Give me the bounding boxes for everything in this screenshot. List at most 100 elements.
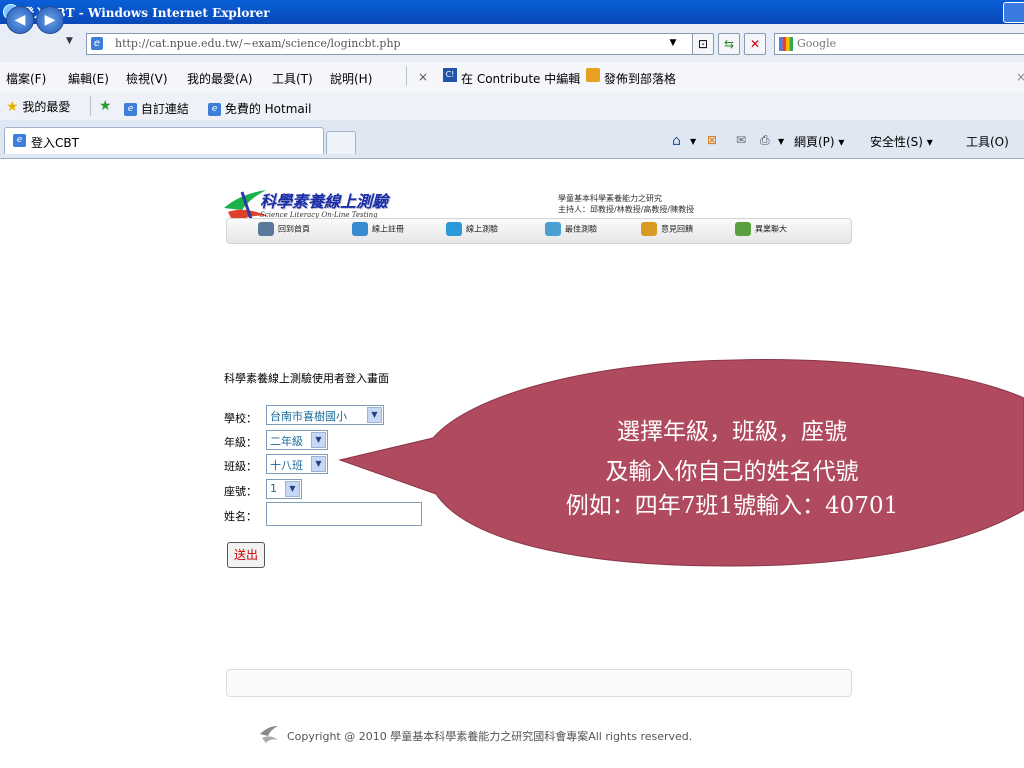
menu-edit[interactable]: 編輯(E) — [68, 70, 109, 87]
refresh-icon: ⇆ — [723, 37, 735, 51]
compat-view-button[interactable]: ⊡ — [692, 33, 714, 55]
chevron-down-icon: ▼ — [285, 481, 300, 497]
home-dropdown-icon[interactable]: ▼ — [690, 137, 696, 146]
seat-label: 座號： — [224, 485, 257, 498]
chevron-down-icon: ▼ — [367, 407, 382, 423]
grade-select[interactable]: 二年級 ▼ — [266, 430, 328, 450]
callout-line2: 及輸入你自己的姓名代號 — [605, 459, 859, 485]
menu-file[interactable]: 檔案(F) — [6, 70, 46, 87]
favorite-link-label: 自訂連結 — [140, 102, 189, 116]
feedback-icon — [641, 222, 657, 236]
submit-button[interactable]: 送出 — [227, 542, 265, 568]
page-menu-button[interactable]: 網頁(P) ▾ — [794, 133, 844, 150]
class-select-value: 十八班 — [270, 459, 303, 472]
address-url: http://cat.npue.edu.tw/~exam/science/log… — [115, 37, 401, 50]
chevron-down-icon: ▼ — [311, 456, 326, 472]
window-control-button[interactable] — [1003, 2, 1024, 23]
school-select-value: 台南市喜樹國小 — [270, 410, 347, 423]
forward-button[interactable]: ▶ — [36, 6, 64, 34]
address-input[interactable]: e http://cat.npue.edu.tw/~exam/science/l… — [86, 33, 712, 55]
ie-page-icon: e — [208, 103, 221, 116]
grade-select-value: 二年級 — [270, 435, 303, 448]
page-icon: e — [91, 37, 103, 50]
footer-logo-icon — [260, 726, 278, 743]
favorites-separator — [90, 96, 91, 116]
home-page-icon — [258, 222, 274, 236]
search-input[interactable]: Google — [774, 33, 1024, 55]
blog-icon — [586, 68, 600, 82]
contribute-icon: C! — [443, 68, 457, 82]
favorites-button[interactable]: ★ 我的最愛 — [6, 98, 70, 115]
site-nav-label: 線上註冊 — [372, 224, 404, 234]
site-nav-test[interactable]: 線上測驗 — [446, 222, 498, 236]
partner-icon — [735, 222, 751, 236]
site-header-line2: 主持人：邱教授/林教授/高教授/陳教授 — [558, 205, 695, 214]
stop-icon: ✕ — [749, 37, 761, 51]
class-select[interactable]: 十八班 ▼ — [266, 454, 328, 474]
site-nav-feedback[interactable]: 意見回饋 — [641, 222, 693, 236]
site-nav-label: 意見回饋 — [661, 224, 693, 234]
seat-select-value: 1 — [270, 482, 277, 495]
add-favorite-icon: ★ — [99, 98, 112, 114]
name-label: 姓名： — [224, 510, 257, 523]
stop-button[interactable]: ✕ — [744, 33, 766, 55]
school-label: 學校： — [224, 412, 257, 425]
back-button[interactable]: ◀ — [6, 6, 34, 34]
site-nav-label: 最佳測驗 — [565, 224, 597, 234]
history-dropdown-icon[interactable]: ▼ — [66, 36, 73, 46]
favorites-label: 我的最愛 — [22, 100, 71, 114]
login-form-title: 科學素養線上測驗使用者登入畫面 — [224, 372, 389, 385]
contribute-close-icon[interactable]: × — [418, 70, 428, 84]
favorites-star-icon: ★ — [6, 99, 19, 115]
address-dropdown-icon[interactable]: ▼ — [666, 34, 680, 52]
mail-icon[interactable]: ✉ — [736, 133, 746, 147]
safety-menu-label: 安全性(S) — [870, 135, 923, 149]
site-nav-register[interactable]: 線上註冊 — [352, 222, 404, 236]
site-nav-best[interactable]: 最佳測驗 — [545, 222, 597, 236]
menu-separator — [406, 66, 407, 86]
register-icon — [352, 222, 368, 236]
compat-icon: ⊡ — [697, 37, 709, 51]
feeds-icon[interactable]: ⊠ — [707, 133, 717, 147]
print-icon[interactable]: ⎙ — [760, 133, 770, 148]
tab-page-icon: e — [13, 134, 26, 147]
site-nav-label: 回到首頁 — [278, 224, 310, 234]
new-tab-button[interactable] — [326, 131, 356, 154]
school-select[interactable]: 台南市喜樹國小 ▼ — [266, 405, 384, 425]
safety-menu-button[interactable]: 安全性(S) ▾ — [870, 133, 933, 150]
favorite-link-custom[interactable]: e 自訂連結 — [124, 100, 189, 117]
menu-favorites[interactable]: 我的最愛(A) — [187, 70, 253, 87]
menu-close-icon[interactable]: × — [1016, 70, 1024, 84]
chevron-down-icon: ▼ — [311, 432, 326, 448]
callout-line3: 例如：四年7班1號輸入：40701 — [565, 493, 899, 519]
seat-select[interactable]: 1 ▼ — [266, 479, 302, 499]
callout-line1: 選擇年級，班級，座號 — [617, 419, 847, 445]
tools-menu-button[interactable]: 工具(O) — [966, 133, 1009, 150]
class-label: 班級： — [224, 460, 257, 473]
tools-menu-label: 工具(O) — [966, 135, 1009, 149]
site-nav-partner[interactable]: 異業聯大 — [735, 222, 787, 236]
menu-tools[interactable]: 工具(T) — [272, 70, 313, 87]
add-favorite-button[interactable]: ★ — [99, 98, 112, 114]
publish-blog-button[interactable]: 發佈到部落格 — [604, 70, 676, 87]
menu-help[interactable]: 說明(H) — [330, 70, 372, 87]
name-input[interactable] — [266, 502, 422, 526]
favorite-link-label: 免費的 Hotmail — [224, 102, 312, 116]
window-titlebar: 登入CBT - Windows Internet Explorer — [0, 0, 1024, 24]
test-icon — [446, 222, 462, 236]
print-dropdown-icon[interactable]: ▼ — [778, 137, 784, 146]
people-icon — [545, 222, 561, 236]
tab-active[interactable]: e 登入CBT — [4, 127, 324, 154]
favorite-link-hotmail[interactable]: e 免費的 Hotmail — [208, 100, 311, 117]
contribute-edit-button[interactable]: 在 Contribute 中編輯 — [461, 70, 580, 87]
page-menu-label: 網頁(P) — [794, 135, 835, 149]
refresh-button[interactable]: ⇆ — [718, 33, 740, 55]
home-icon[interactable]: ⌂ — [672, 133, 681, 149]
footer-bar — [226, 669, 852, 697]
copyright-text: Copyright @ 2010 學童基本科學素養能力之研究國科會專案All r… — [287, 730, 693, 743]
site-header-line1: 學童基本科學素養能力之研究 — [558, 194, 662, 203]
site-logo-title: 科學素養線上測驗 — [260, 192, 389, 211]
menu-view[interactable]: 檢視(V) — [126, 70, 168, 87]
google-icon — [779, 37, 793, 51]
site-nav-home[interactable]: 回到首頁 — [258, 222, 310, 236]
